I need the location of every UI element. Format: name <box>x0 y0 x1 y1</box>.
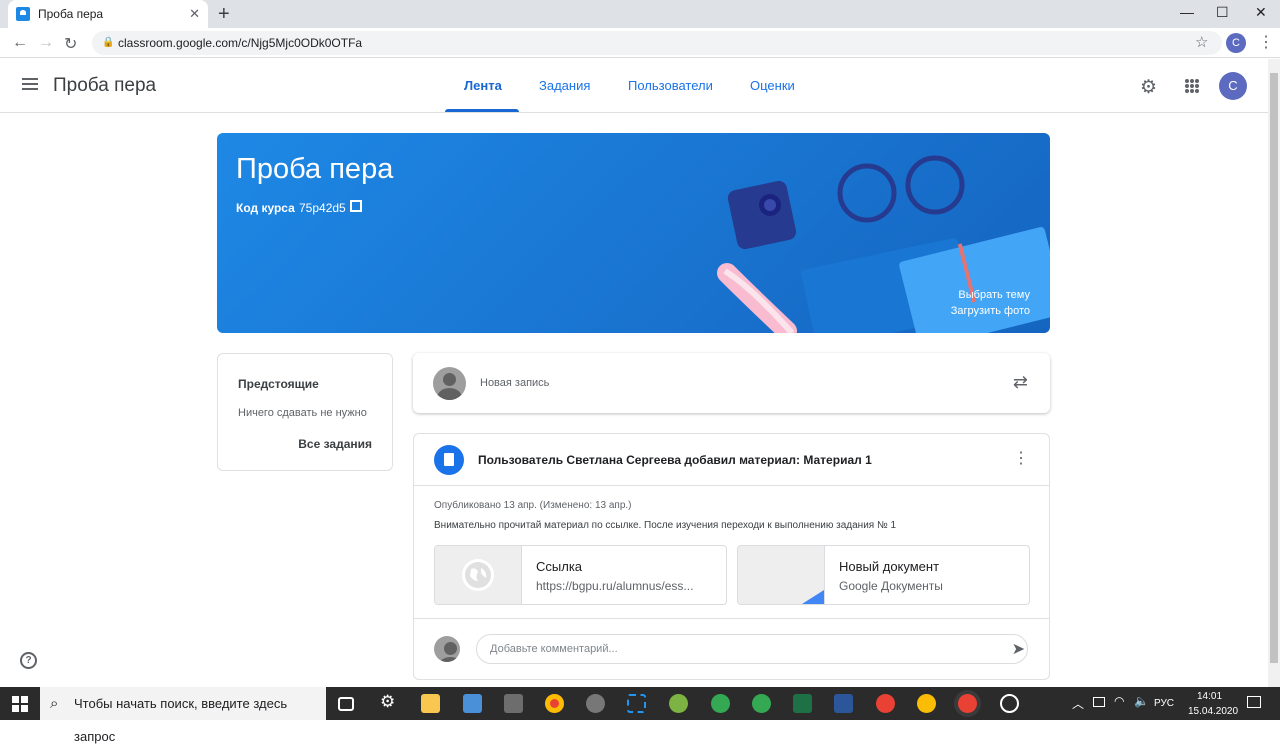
battery-icon[interactable] <box>1093 697 1105 707</box>
select-theme-link[interactable]: Выбрать тему <box>958 289 1030 301</box>
back-arrow-icon[interactable]: ← <box>12 34 28 52</box>
close-tab-icon[interactable]: ✕ <box>189 6 200 22</box>
word-icon[interactable] <box>834 694 853 713</box>
new-post-box[interactable]: Новая запись ⇄ <box>413 353 1050 413</box>
attachment-type: Google Документы <box>839 579 943 593</box>
clock-time[interactable]: 14:01 <box>1197 691 1222 702</box>
class-banner: Проба пера Код курса 75p42d5 Выбрать тем… <box>217 133 1050 333</box>
divider <box>414 618 1049 619</box>
chrome-icon[interactable] <box>545 694 564 713</box>
fullscreen-icon[interactable] <box>350 200 362 212</box>
globe-icon <box>462 559 494 591</box>
new-tab-button[interactable]: + <box>218 3 230 26</box>
wifi-icon[interactable]: ◠ <box>1114 694 1124 708</box>
app-icon[interactable] <box>586 694 605 713</box>
bookmark-star-icon[interactable]: ☆ <box>1195 33 1208 51</box>
tab-people[interactable]: Пользователи <box>628 78 713 93</box>
class-code-label: Код курса <box>236 201 295 215</box>
material-icon <box>434 445 464 475</box>
windows-start-icon[interactable] <box>12 696 28 712</box>
excel-icon[interactable] <box>793 694 812 713</box>
chrome-icon[interactable] <box>752 694 771 713</box>
tab-stream[interactable]: Лента <box>464 78 502 93</box>
upcoming-empty-text: Ничего сдавать не нужно <box>238 407 367 419</box>
upload-photo-link[interactable]: Загрузить фото <box>951 305 1030 317</box>
chrome-active-icon[interactable] <box>958 694 977 713</box>
material-post: Пользователь Светлана Сергеева добавил м… <box>413 433 1050 680</box>
material-title[interactable]: Пользователь Светлана Сергеева добавил м… <box>478 453 872 467</box>
scrollbar-thumb[interactable] <box>1270 73 1278 663</box>
main-menu-icon[interactable] <box>22 78 38 90</box>
minimize-window-button[interactable]: — <box>1180 4 1194 20</box>
app-icon[interactable] <box>504 694 523 713</box>
account-avatar[interactable]: C <box>1219 72 1247 100</box>
comment-input[interactable]: Добавьте комментарий... <box>476 634 1028 664</box>
more-options-icon[interactable]: ⋮ <box>1013 448 1029 468</box>
upcoming-card: Предстоящие Ничего сдавать не нужно Все … <box>217 353 393 471</box>
attachment-url: https://bgpu.ru/alumnus/ess... <box>536 579 694 593</box>
banner-title: Проба пера <box>236 153 394 185</box>
class-name[interactable]: Проба пера <box>53 75 156 97</box>
forward-arrow-icon[interactable]: → <box>38 34 54 52</box>
tab-classwork[interactable]: Задания <box>539 78 590 93</box>
help-icon[interactable]: ? <box>20 652 37 669</box>
material-description: Внимательно прочитай материал по ссылке.… <box>434 520 897 531</box>
document-thumbnail <box>738 546 825 604</box>
task-view-icon[interactable] <box>338 697 354 711</box>
view-all-link[interactable]: Все задания <box>298 437 372 451</box>
classroom-favicon-icon <box>16 7 30 21</box>
app-icon[interactable] <box>1000 694 1019 713</box>
apps-grid-icon[interactable] <box>1185 79 1199 93</box>
search-icon: ⌕ <box>50 695 59 712</box>
address-bar[interactable]: 🔒 classroom.google.com/c/Njg5Mjc0ODk0OTF… <box>92 31 1222 55</box>
app-icon[interactable] <box>463 694 482 713</box>
reload-icon[interactable]: ↻ <box>64 34 77 54</box>
upcoming-title: Предстоящие <box>238 377 319 391</box>
browser-tab-title: Проба пера <box>38 7 104 21</box>
language-indicator[interactable]: РУС <box>1154 698 1174 709</box>
file-explorer-icon[interactable] <box>421 694 440 713</box>
volume-icon[interactable]: 🔈 <box>1134 694 1149 708</box>
link-thumbnail <box>435 546 522 604</box>
browser-profile-avatar[interactable]: C <box>1226 33 1246 53</box>
taskbar-search-placeholder: Чтобы начать поиск, введите здесь запрос <box>74 696 288 744</box>
taskbar-search-box[interactable]: ⌕ Чтобы начать поиск, введите здесь запр… <box>40 687 326 744</box>
browser-toolbar: ← → ↻ 🔒 classroom.google.com/c/Njg5Mjc0O… <box>0 28 1280 58</box>
new-post-placeholder[interactable]: Новая запись <box>480 377 549 389</box>
tray-chevron-icon[interactable]: ︿ <box>1072 695 1084 712</box>
user-avatar <box>433 367 466 400</box>
maximize-window-button[interactable]: ☐ <box>1216 4 1229 21</box>
settings-app-icon[interactable]: ⚙ <box>380 692 399 711</box>
notifications-icon[interactable] <box>1247 696 1261 708</box>
lock-icon: 🔒 <box>102 37 115 48</box>
utorrent-icon[interactable] <box>669 694 688 713</box>
close-window-button[interactable]: ✕ <box>1255 4 1267 21</box>
send-icon[interactable]: ➤ <box>1012 639 1025 659</box>
browser-menu-icon[interactable]: ⋮ <box>1258 32 1274 52</box>
published-date: Опубликовано 13 апр. (Изменено: 13 апр.) <box>434 500 632 511</box>
attachment-title: Новый документ <box>839 559 940 574</box>
chrome-icon[interactable] <box>917 694 936 713</box>
comment-user-avatar <box>434 636 460 662</box>
class-code: 75p42d5 <box>299 201 346 215</box>
snipping-tool-icon[interactable] <box>627 694 646 713</box>
url-text: classroom.google.com/c/Njg5Mjc0ODk0OTFa <box>118 36 363 50</box>
page-scrollbar[interactable] <box>1268 59 1280 687</box>
tab-grades[interactable]: Оценки <box>750 78 795 93</box>
chrome-icon[interactable] <box>876 694 895 713</box>
google-docs-icon <box>802 590 824 604</box>
link-attachment[interactable]: Ссылка https://bgpu.ru/alumnus/ess... <box>434 545 727 605</box>
browser-tab-bar: Проба пера ✕ + — ☐ ✕ <box>0 0 1280 28</box>
active-tab-indicator <box>445 109 519 112</box>
gear-icon[interactable]: ⚙ <box>1140 76 1157 99</box>
document-attachment[interactable]: Новый документ Google Документы <box>737 545 1030 605</box>
repost-icon[interactable]: ⇄ <box>1013 372 1028 393</box>
attachment-title: Ссылка <box>536 559 583 574</box>
divider <box>414 485 1049 486</box>
chrome-icon[interactable] <box>711 694 730 713</box>
windows-taskbar: ⌕ Чтобы начать поиск, введите здесь запр… <box>0 687 1280 744</box>
app-header: Проба пера Лента Задания Пользователи Оц… <box>0 59 1268 113</box>
browser-tab[interactable]: Проба пера ✕ <box>8 0 208 28</box>
clock-date[interactable]: 15.04.2020 <box>1188 706 1238 717</box>
